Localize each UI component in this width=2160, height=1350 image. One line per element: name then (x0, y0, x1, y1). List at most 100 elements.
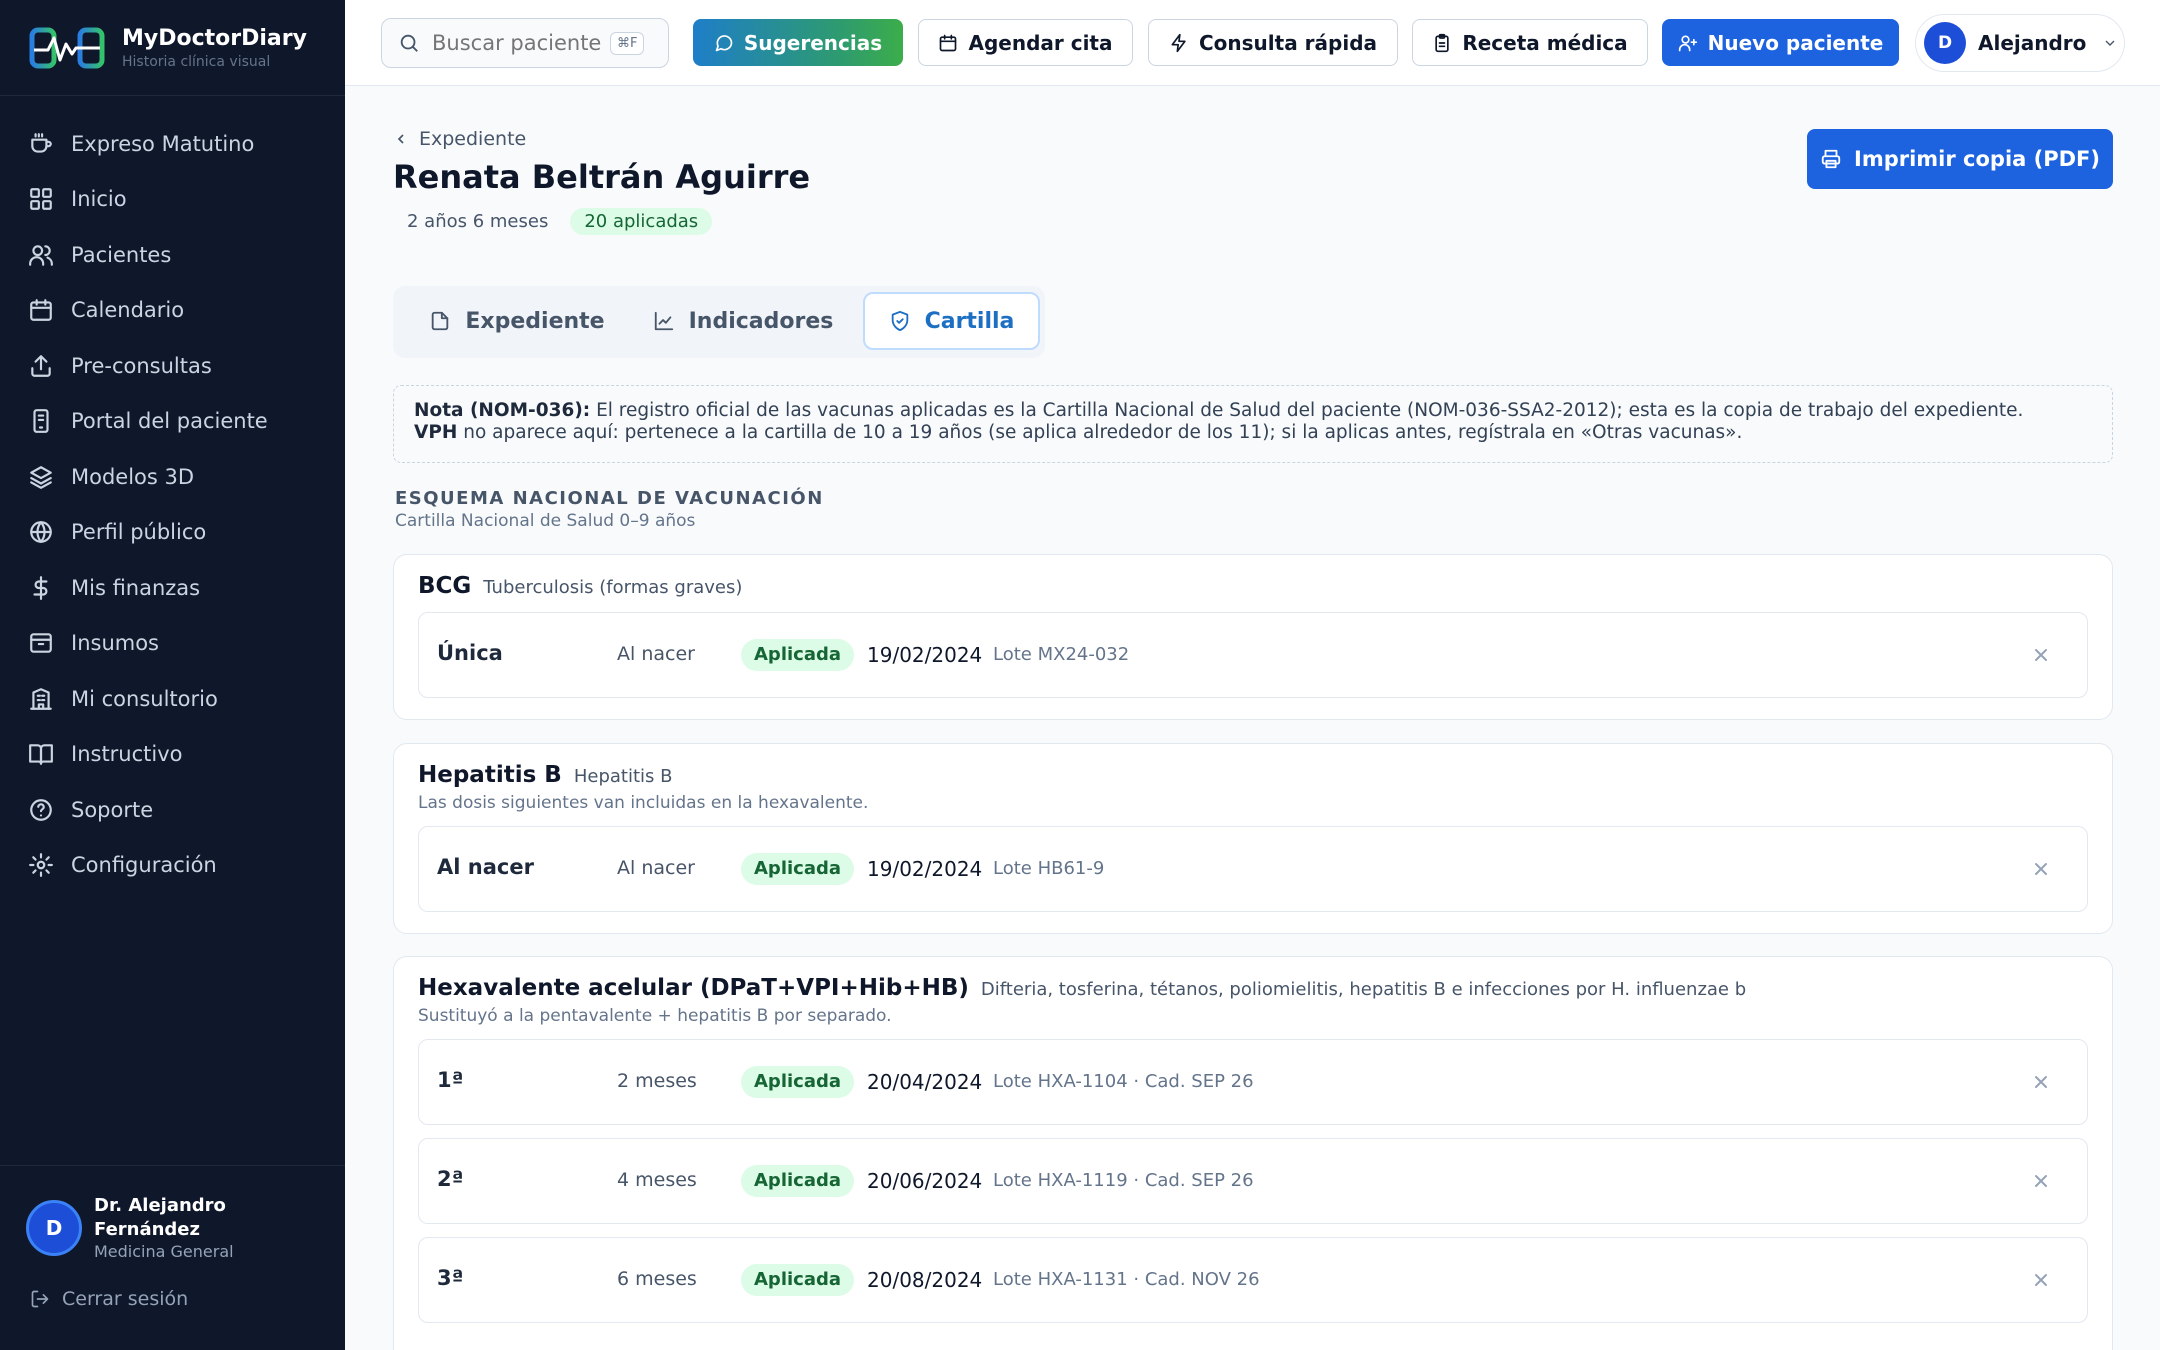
remove-dose-button[interactable] (2025, 1165, 2057, 1197)
search-input[interactable] (432, 31, 604, 55)
sidebar: MyDoctorDiary Historia clínica visual Ex… (0, 0, 345, 1350)
sidebar-item-label: Configuración (71, 853, 217, 878)
remove-dose-button[interactable] (2025, 639, 2057, 671)
sidebar-item-configuracion[interactable]: Configuración (0, 838, 345, 894)
tab-indicadores[interactable]: Indicadores (643, 292, 843, 350)
dose-date: 19/02/2024 (867, 643, 983, 667)
brand-logo-icon (29, 27, 105, 68)
sidebar-item-label: Perfil público (71, 520, 207, 545)
sidebar-footer: D Dr. Alejandro Fernández Medicina Gener… (0, 1165, 345, 1350)
coffee-icon (28, 131, 54, 157)
sidebar-item-calendario[interactable]: Calendario (0, 283, 345, 339)
sidebar-item-pacientes[interactable]: Pacientes (0, 227, 345, 283)
remove-dose-button[interactable] (2025, 853, 2057, 885)
nuevo-paciente-button[interactable]: Nuevo paciente (1662, 19, 1899, 66)
calendar-icon (28, 297, 54, 323)
dose-row: 1ª 2 meses Aplicada 20/04/2024 Lote HXA-… (418, 1039, 2088, 1125)
vaccine-description: Hepatitis B (573, 766, 673, 787)
avatar: D (1924, 22, 1966, 64)
print-pdf-label: Imprimir copia (PDF) (1854, 147, 2100, 171)
user-block[interactable]: D Dr. Alejandro Fernández Medicina Gener… (0, 1166, 345, 1262)
dose-lot: Lote HXA-1104 · Cad. SEP 26 (993, 1071, 1254, 1092)
status-badge: Aplicada (741, 1165, 855, 1197)
sidebar-item-expreso-matutino[interactable]: Expreso Matutino (0, 116, 345, 172)
chevron-left-icon (397, 134, 404, 144)
sidebar-item-label: Portal del paciente (71, 409, 268, 434)
dose-row: Única Al nacer Aplicada 19/02/2024 Lote … (418, 612, 2088, 698)
users-icon (28, 242, 54, 268)
printer-icon (1821, 149, 1841, 169)
print-pdf-button[interactable]: Imprimir copia (PDF) (1807, 129, 2113, 189)
sidebar-item-inicio[interactable]: Inicio (0, 172, 345, 228)
search-box[interactable]: ⌘F (381, 18, 669, 68)
sugerencias-button[interactable]: Sugerencias (693, 19, 903, 66)
nuevo-paciente-label: Nuevo paciente (1707, 30, 1884, 55)
dose-age: Al nacer (617, 857, 695, 879)
tab-cartilla[interactable]: Cartilla (863, 292, 1040, 350)
vaccine-card-hexavalente: Hexavalente acelular (DPaT+VPI+Hib+HB) D… (393, 956, 2113, 1350)
gear-icon (28, 852, 54, 878)
remove-dose-button[interactable] (2025, 1066, 2057, 1098)
dose-date: 19/02/2024 (867, 857, 983, 881)
remove-dose-button[interactable] (2025, 1264, 2057, 1296)
sidebar-item-perfil-publico[interactable]: Perfil público (0, 505, 345, 561)
tab-label: Indicadores (688, 308, 834, 334)
receta-medica-button[interactable]: Receta médica (1412, 19, 1648, 66)
globe-icon (28, 519, 54, 545)
file-icon (432, 311, 449, 331)
logout-button[interactable]: Cerrar sesión (0, 1262, 345, 1310)
sidebar-item-mis-finanzas[interactable]: Mis finanzas (0, 560, 345, 616)
sidebar-item-portal-del-paciente[interactable]: Portal del paciente (0, 394, 345, 450)
sidebar-item-soporte[interactable]: Soporte (0, 782, 345, 838)
page-title: Renata Beltrán Aguirre (393, 158, 811, 196)
patient-meta: 2 años 6 meses 20 aplicadas (407, 208, 713, 235)
sidebar-item-label: Pre-consultas (71, 353, 212, 378)
grid-icon (28, 186, 54, 212)
close-icon (2035, 1274, 2047, 1286)
sidebar-item-mi-consultorio[interactable]: Mi consultorio (0, 671, 345, 727)
sidebar-item-pre-consultas[interactable]: Pre-consultas (0, 338, 345, 394)
section-title: ESQUEMA NACIONAL DE VACUNACIÓN (395, 488, 824, 509)
dose-date: 20/06/2024 (867, 1169, 983, 1193)
profile-name: Alejandro (1978, 31, 2087, 55)
breadcrumb[interactable]: Expediente (393, 128, 526, 150)
chevron-down-icon (2105, 40, 2115, 46)
tab-expediente[interactable]: Expediente (417, 292, 617, 350)
dose-label: Única (437, 641, 503, 665)
sidebar-item-insumos[interactable]: Insumos (0, 616, 345, 672)
dose-date: 20/04/2024 (867, 1070, 983, 1094)
sidebar-item-modelos-3d[interactable]: Modelos 3D (0, 449, 345, 505)
dose-date: 20/08/2024 (867, 1268, 983, 1292)
breadcrumb-label: Expediente (419, 128, 527, 150)
shield-check-icon (891, 310, 908, 332)
agendar-cita-button[interactable]: Agendar cita (918, 19, 1133, 66)
brand[interactable]: MyDoctorDiary Historia clínica visual (0, 0, 345, 96)
note-text: El registro oficial de las vacunas aplic… (590, 400, 2024, 421)
section-subtitle: Cartilla Nacional de Salud 0–9 años (395, 511, 696, 531)
lightning-icon (1171, 33, 1186, 52)
line-chart-icon (654, 311, 673, 331)
tablet-icon (28, 408, 54, 434)
tab-label: Expediente (465, 308, 605, 334)
receta-medica-label: Receta médica (1462, 30, 1628, 55)
brand-tagline: Historia clínica visual (122, 53, 271, 70)
dose-age: 6 meses (617, 1268, 697, 1290)
vaccine-card-bcg: BCG Tuberculosis (formas graves) Única A… (393, 554, 2113, 720)
top-bar: ⌘F Sugerencias Agendar cita Consulta ráp… (345, 0, 2160, 86)
upload-icon (28, 353, 54, 379)
sidebar-item-label: Mis finanzas (71, 575, 201, 600)
profile-menu[interactable]: D Alejandro (1915, 14, 2125, 72)
status-badge: Aplicada (741, 853, 855, 885)
help-circle-icon (28, 797, 54, 823)
sidebar-item-label: Instructivo (71, 742, 183, 767)
sidebar-item-label: Modelos 3D (71, 464, 195, 489)
consulta-rapida-button[interactable]: Consulta rápida (1148, 19, 1398, 66)
dose-label: Al nacer (437, 855, 534, 879)
dose-age: 4 meses (617, 1169, 697, 1191)
tab-bar: Expediente Indicadores Cartilla (393, 286, 1045, 358)
clipboard-icon (1435, 33, 1449, 52)
tab-label: Cartilla (924, 308, 1015, 334)
vaccine-note: Las dosis siguientes van incluidas en la… (418, 793, 869, 813)
sidebar-item-label: Pacientes (71, 242, 172, 267)
sidebar-item-instructivo[interactable]: Instructivo (0, 727, 345, 783)
